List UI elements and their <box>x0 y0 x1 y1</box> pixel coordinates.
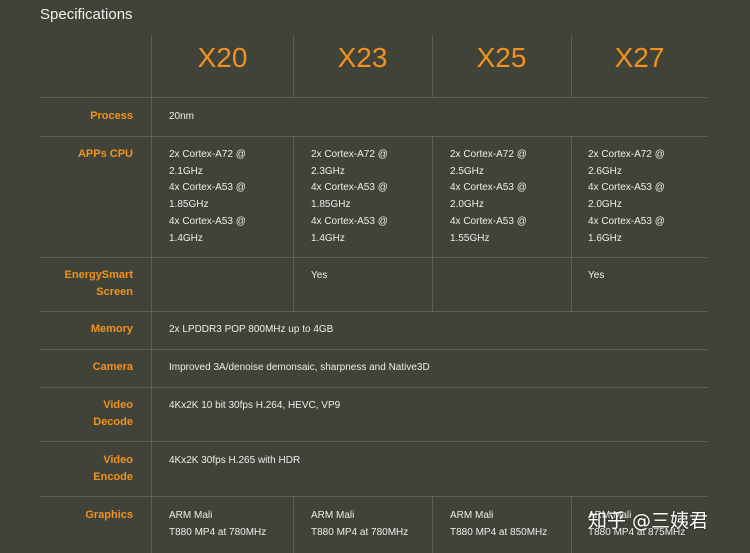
cell-line: 4x Cortex-A53 @ <box>311 182 388 194</box>
spec-sheet: Specifications X20 X23 X25 X27 Process 2… <box>0 0 750 553</box>
model-header-x20: X20 <box>197 42 248 73</box>
model-header-x23: X23 <box>337 42 388 73</box>
column-divider <box>432 136 433 312</box>
cell-line: 1.4GHz <box>169 232 203 244</box>
cell-line: 4x Cortex-A53 @ <box>169 182 246 194</box>
column-divider <box>293 496 294 553</box>
memory-value: 2x LPDDR3 POP 800MHz up to 4GB <box>169 324 334 335</box>
label-line: Decode <box>93 416 133 428</box>
cell-line: 4x Cortex-A53 @ <box>169 215 246 227</box>
label-line: Video <box>103 454 133 466</box>
cell-line: T880 MP4 at 850MHz <box>450 526 548 538</box>
row-divider <box>40 136 708 137</box>
camera-value: Improved 3A/denoise demonsaic, sharpness… <box>169 362 430 373</box>
row-label-graphics: Graphics <box>85 509 133 521</box>
row-divider <box>40 349 708 350</box>
label-line: Screen <box>96 286 133 298</box>
cell-line: 4x Cortex-A53 @ <box>588 182 665 194</box>
label-line: Video <box>103 399 133 411</box>
column-divider <box>432 496 433 553</box>
cell-line: 2.6GHz <box>588 165 622 177</box>
label-line: EnergySmart <box>64 269 133 281</box>
cell-line: 2.1GHz <box>169 165 203 177</box>
column-divider <box>151 35 152 553</box>
watermark: 知乎 @三姨君 <box>588 510 709 532</box>
energysmart-x23: Yes <box>311 270 328 281</box>
apps-cpu-x27: 2x Cortex-A72 @ 2.6GHz 4x Cortex-A53 @ 2… <box>588 147 665 247</box>
row-label-video-encode: Video Encode <box>93 452 133 486</box>
row-divider <box>40 387 708 388</box>
row-label-energysmart-screen: EnergySmart Screen <box>65 267 133 301</box>
row-label-camera: Camera <box>92 361 133 373</box>
row-divider <box>40 311 708 312</box>
apps-cpu-x23: 2x Cortex-A72 @ 2.3GHz 4x Cortex-A53 @ 1… <box>311 147 388 247</box>
column-divider <box>571 35 572 98</box>
video-decode-value: 4Kx2K 10 bit 30fps H.264, HEVC, VP9 <box>169 400 341 411</box>
row-divider <box>40 496 708 497</box>
cell-line: 2x Cortex-A72 @ <box>311 149 388 160</box>
cell-line: 2.0GHz <box>588 199 622 211</box>
cell-line: 1.4GHz <box>311 232 345 244</box>
energysmart-x27: Yes <box>588 270 605 281</box>
cell-line: 1.85GHz <box>311 199 351 211</box>
apps-cpu-x25: 2x Cortex-A72 @ 2.5GHz 4x Cortex-A53 @ 2… <box>450 147 527 247</box>
column-divider <box>432 35 433 98</box>
cell-line: 2.5GHz <box>450 165 484 177</box>
cell-line: ARM Mali <box>169 510 213 521</box>
row-label-memory: Memory <box>90 323 133 335</box>
cell-line: 2x Cortex-A72 @ <box>450 149 527 160</box>
graphics-x20: ARM Mali T880 MP4 at 780MHz <box>169 508 266 541</box>
row-divider <box>40 257 708 258</box>
page-title: Specifications <box>40 6 133 23</box>
row-label-apps-cpu: APPs CPU <box>77 148 133 160</box>
cell-line: 4x Cortex-A53 @ <box>311 215 388 227</box>
cell-line: 2x Cortex-A72 @ <box>588 149 665 160</box>
cell-line: T880 MP4 at 780MHz <box>169 526 267 538</box>
cell-line: 4x Cortex-A53 @ <box>450 182 527 194</box>
graphics-x25: ARM Mali T880 MP4 at 850MHz <box>450 508 547 541</box>
model-header-x25: X25 <box>476 42 527 73</box>
row-divider <box>40 441 708 442</box>
label-line: Encode <box>93 471 133 483</box>
cell-line: 4x Cortex-A53 @ <box>588 215 665 227</box>
row-divider <box>40 97 708 98</box>
cell-line: 2.0GHz <box>450 199 484 211</box>
column-divider <box>571 136 572 312</box>
column-divider <box>293 35 294 98</box>
cell-line: ARM Mali <box>450 510 494 521</box>
column-divider <box>571 496 572 553</box>
column-divider <box>293 136 294 312</box>
row-label-video-decode: Video Decode <box>93 397 133 431</box>
cell-line: 1.85GHz <box>169 199 209 211</box>
graphics-x23: ARM Mali T880 MP4 at 780MHz <box>311 508 408 541</box>
video-encode-value: 4Kx2K 30fps H.265 with HDR <box>169 455 301 466</box>
model-header-x27: X27 <box>614 42 665 73</box>
cell-line: 1.6GHz <box>588 232 622 244</box>
row-label-process: Process <box>90 110 133 122</box>
apps-cpu-x20: 2x Cortex-A72 @ 2.1GHz 4x Cortex-A53 @ 1… <box>169 147 246 247</box>
cell-line: 2.3GHz <box>311 165 345 177</box>
cell-line: 4x Cortex-A53 @ <box>450 215 527 227</box>
cell-line: 1.55GHz <box>450 232 490 244</box>
cell-line: T880 MP4 at 780MHz <box>311 526 409 538</box>
cell-line: ARM Mali <box>311 510 355 521</box>
process-value: 20nm <box>169 111 195 122</box>
cell-line: 2x Cortex-A72 @ <box>169 149 246 160</box>
